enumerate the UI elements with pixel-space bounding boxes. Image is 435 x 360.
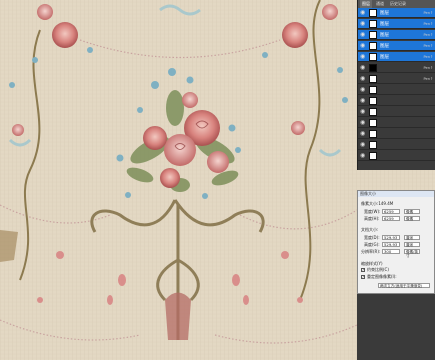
eye-icon[interactable]: ◉ <box>360 75 367 82</box>
eye-icon[interactable]: ◉ <box>360 152 367 159</box>
tab-channels[interactable]: 通道 <box>374 0 386 8</box>
layer-thumbnail <box>369 140 377 149</box>
layer-thumbnail <box>369 85 377 94</box>
resample-method-select[interactable]: 两次立方(适用于平滑渐变) <box>378 283 430 288</box>
doc-height-input[interactable]: 529.93 <box>382 242 400 247</box>
height-input[interactable]: 6259 <box>382 216 400 221</box>
layer-thumbnail <box>369 74 377 83</box>
layer-name: 图层 <box>380 21 389 27</box>
width-input[interactable]: 6259 <box>382 209 400 214</box>
eye-icon[interactable]: ◉ <box>360 119 367 126</box>
constrain-label: 约束比例(C) <box>367 267 389 272</box>
layer-row[interactable]: ◉ <box>358 118 435 128</box>
image-size-dialog: 图像大小 像素大小:149.4M 宽度(W): 6259 像素 高度(H): 6… <box>357 190 435 294</box>
layer-mode: Pen↑ <box>423 32 433 37</box>
doc-width-label: 宽度(D): <box>364 235 380 240</box>
document-size-label: 文档大小: <box>361 227 379 232</box>
height-label: 高度(H): <box>364 216 380 221</box>
doc-width-unit-select[interactable]: 厘米 <box>404 235 420 240</box>
layer-name: 图层 <box>380 54 389 60</box>
eye-icon[interactable]: ◉ <box>360 42 367 49</box>
resolution-unit-select[interactable]: 像素/英寸 <box>404 249 420 258</box>
layer-row[interactable]: ◉ <box>358 140 435 150</box>
layer-mode: Pen↑ <box>423 54 433 59</box>
eye-icon[interactable]: ◉ <box>360 97 367 104</box>
height-unit-select[interactable]: 像素 <box>404 216 420 221</box>
layers-panel: 图层 通道 历史记录 ◉ 图层 Pen↑ ◉ 图层 Pen↑ ◉ 图层 Pen↑ ◉ 图层 Pen↑ ◉… <box>357 0 435 170</box>
layer-name: 图层 <box>380 10 389 16</box>
layer-row[interactable]: ◉ 图层 Pen↑ <box>358 41 435 51</box>
width-unit-select[interactable]: 像素 <box>404 209 420 214</box>
layer-row[interactable]: ◉ Pen↑ <box>358 74 435 84</box>
eye-icon[interactable]: ◉ <box>360 64 367 71</box>
layer-row[interactable]: ◉ 图层 Pen↑ <box>358 19 435 29</box>
layer-row[interactable]: ◉ 图层 Pen↑ <box>358 52 435 62</box>
layer-row[interactable]: ◉ 图层 Pen↑ <box>358 8 435 18</box>
layer-thumbnail <box>369 118 377 127</box>
layer-name: 图层 <box>380 32 389 38</box>
layers-tabs: 图层 通道 历史记录 <box>358 0 435 8</box>
doc-height-label: 高度(G): <box>364 242 380 247</box>
resample-label: 重定图像像素(I): <box>367 274 397 279</box>
dialog-title: 图像大小 <box>358 191 434 197</box>
layer-mode: Pen↑ <box>423 10 433 15</box>
eye-icon[interactable]: ◉ <box>360 9 367 16</box>
width-label: 宽度(W): <box>364 209 381 214</box>
layer-thumbnail <box>369 151 377 160</box>
eye-icon[interactable]: ◉ <box>360 130 367 137</box>
layer-mode: Pen↑ <box>423 43 433 48</box>
layer-mode: Pen↑ <box>423 65 433 70</box>
doc-width-input[interactable]: 529.93 <box>382 235 400 240</box>
layer-mode: Pen↑ <box>423 21 433 26</box>
layer-thumbnail <box>369 8 377 17</box>
layer-thumbnail <box>369 107 377 116</box>
resolution-label: 分辨率(R): <box>361 249 381 254</box>
eye-icon[interactable]: ◉ <box>360 108 367 115</box>
layer-row[interactable]: ◉ Pen↑ <box>358 63 435 73</box>
layer-row[interactable]: ◉ <box>358 151 435 161</box>
panel-background <box>357 294 435 360</box>
tab-history[interactable]: 历史记录 <box>388 0 408 8</box>
layer-name: 图层 <box>380 43 389 49</box>
layer-thumbnail <box>369 19 377 28</box>
resolution-input[interactable]: 300 <box>382 249 400 254</box>
layer-thumbnail <box>369 63 377 72</box>
doc-height-unit-select[interactable]: 厘米 <box>404 242 420 247</box>
layer-row[interactable]: ◉ <box>358 129 435 139</box>
layer-row[interactable]: ◉ <box>358 96 435 106</box>
eye-icon[interactable]: ◉ <box>360 20 367 27</box>
layer-row[interactable]: ◉ 图层 Pen↑ <box>358 30 435 40</box>
layer-thumbnail <box>369 41 377 50</box>
eye-icon[interactable]: ◉ <box>360 86 367 93</box>
layer-thumbnail <box>369 129 377 138</box>
tab-layers[interactable]: 图层 <box>360 0 372 8</box>
layer-thumbnail <box>369 96 377 105</box>
layer-thumbnail <box>369 52 377 61</box>
layer-thumbnail <box>369 30 377 39</box>
layer-row[interactable]: ◉ <box>358 85 435 95</box>
eye-icon[interactable]: ◉ <box>360 31 367 38</box>
layer-row[interactable]: ◉ <box>358 107 435 117</box>
constrain-checkbox[interactable]: ✓ <box>361 268 365 272</box>
eye-icon[interactable]: ◉ <box>360 141 367 148</box>
scale-styles-label: 缩放样式(Y) <box>361 261 383 266</box>
pixel-dimensions-label: 像素大小:149.4M <box>361 201 394 206</box>
resample-checkbox[interactable]: ✓ <box>361 275 365 279</box>
layer-mode: Pen↑ <box>423 76 433 81</box>
eye-icon[interactable]: ◉ <box>360 53 367 60</box>
